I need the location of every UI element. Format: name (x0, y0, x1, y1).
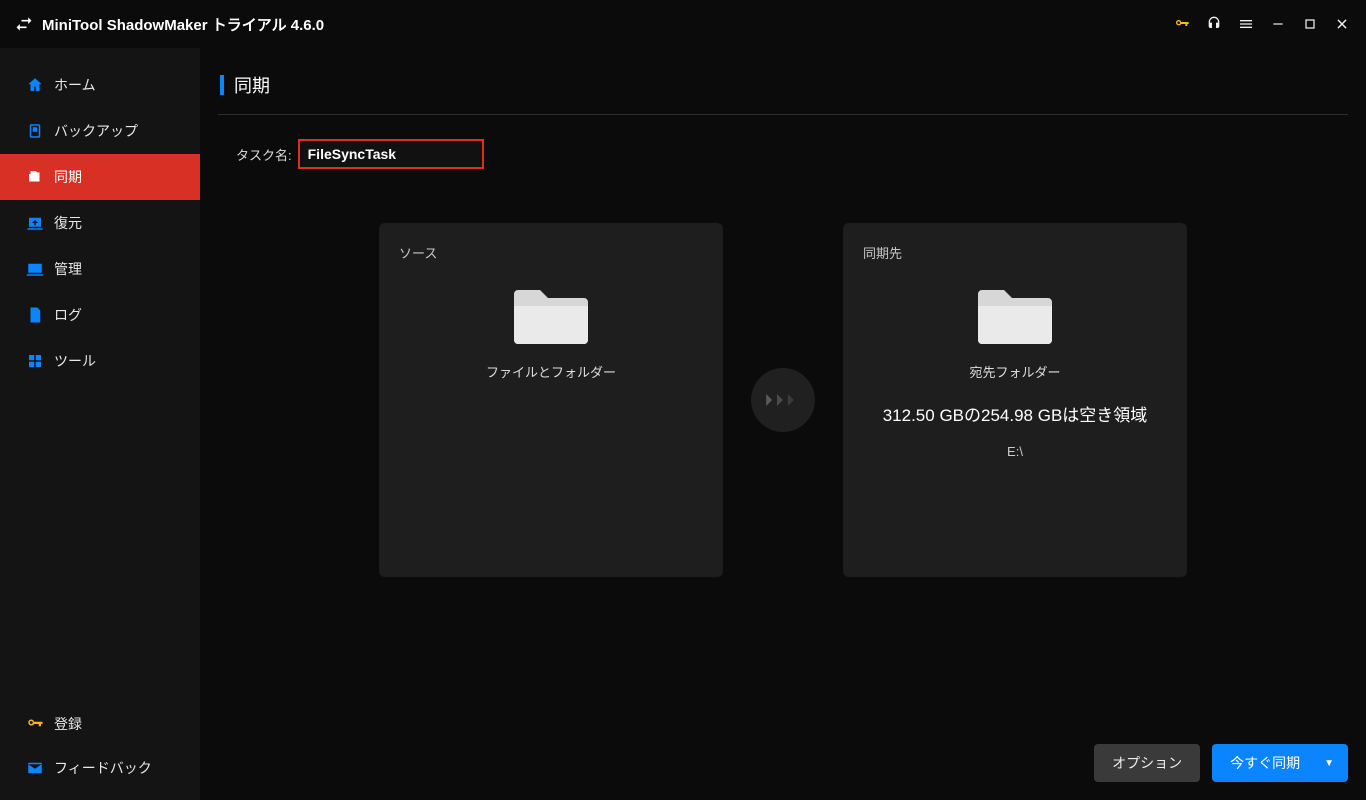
sidebar-item-label: バックアップ (54, 121, 138, 141)
sidebar-item-label: 同期 (54, 167, 82, 187)
license-key-icon[interactable] (1168, 10, 1196, 38)
maximize-icon[interactable] (1296, 10, 1324, 38)
sync-direction-icon (751, 368, 815, 432)
destination-panel-desc: 宛先フォルダー (969, 362, 1060, 381)
destination-panel-title: 同期先 (863, 243, 1167, 262)
sidebar-item-label: 管理 (54, 259, 82, 279)
task-name-label: タスク名: (236, 145, 292, 164)
destination-panel[interactable]: 同期先 宛先フォルダー 312.50 GBの254.98 GBは空き領域 E:\ (843, 223, 1187, 577)
sidebar-item-label: ツール (54, 351, 96, 371)
key-icon (26, 715, 54, 733)
log-icon (26, 306, 54, 324)
sidebar-item-label: ホーム (54, 75, 96, 95)
folder-icon (512, 282, 590, 344)
chevron-down-icon: ▼ (1324, 758, 1334, 769)
sidebar-item-log[interactable]: ログ (8, 292, 192, 338)
support-icon[interactable] (1200, 10, 1228, 38)
manage-icon (26, 260, 54, 278)
options-button-label: オプション (1112, 753, 1182, 773)
task-name-input[interactable] (298, 139, 484, 169)
title-bar: MiniTool ShadowMaker トライアル 4.6.0 (0, 0, 1366, 48)
folder-icon (976, 282, 1054, 344)
sidebar-item-tools[interactable]: ツール (8, 338, 192, 384)
close-icon[interactable] (1328, 10, 1356, 38)
destination-space-info: 312.50 GBの254.98 GBは空き領域 (883, 401, 1148, 426)
sidebar-item-home[interactable]: ホーム (8, 62, 192, 108)
header-accent-bar (220, 75, 224, 95)
sidebar-feedback-label: フィードバック (54, 758, 152, 778)
app-title: MiniTool ShadowMaker トライアル 4.6.0 (42, 14, 324, 35)
sidebar-register[interactable]: 登録 (8, 702, 192, 746)
sidebar-item-restore[interactable]: 復元 (8, 200, 192, 246)
home-icon (26, 76, 54, 94)
sidebar: ホーム バックアップ 同期 (0, 48, 200, 800)
page-header: 同期 (218, 66, 1348, 115)
page-title: 同期 (234, 72, 270, 98)
task-name-row: タスク名: (236, 139, 1348, 169)
sidebar-item-label: ログ (54, 305, 82, 325)
bottom-bar: オプション 今すぐ同期 ▼ (1094, 744, 1348, 782)
tools-icon (26, 352, 54, 370)
sidebar-item-manage[interactable]: 管理 (8, 246, 192, 292)
menu-icon[interactable] (1232, 10, 1260, 38)
source-panel-desc: ファイルとフォルダー (486, 362, 616, 381)
sync-now-button[interactable]: 今すぐ同期 ▼ (1212, 744, 1348, 782)
options-button[interactable]: オプション (1094, 744, 1200, 782)
restore-icon (26, 214, 54, 232)
sync-icon (26, 168, 54, 186)
source-panel-title: ソース (399, 243, 703, 262)
sidebar-item-sync[interactable]: 同期 (0, 154, 200, 200)
source-panel[interactable]: ソース ファイルとフォルダー (379, 223, 723, 577)
sidebar-item-label: 復元 (54, 213, 82, 233)
content-area: 同期 タスク名: ソース (200, 48, 1366, 800)
destination-path: E:\ (1007, 444, 1023, 459)
sync-now-button-label: 今すぐ同期 (1230, 753, 1300, 773)
sidebar-feedback[interactable]: フィードバック (8, 746, 192, 790)
mail-icon (26, 759, 54, 777)
sidebar-item-backup[interactable]: バックアップ (8, 108, 192, 154)
app-logo-icon (12, 12, 36, 36)
sidebar-register-label: 登録 (54, 714, 82, 734)
backup-icon (26, 122, 54, 140)
minimize-icon[interactable] (1264, 10, 1292, 38)
